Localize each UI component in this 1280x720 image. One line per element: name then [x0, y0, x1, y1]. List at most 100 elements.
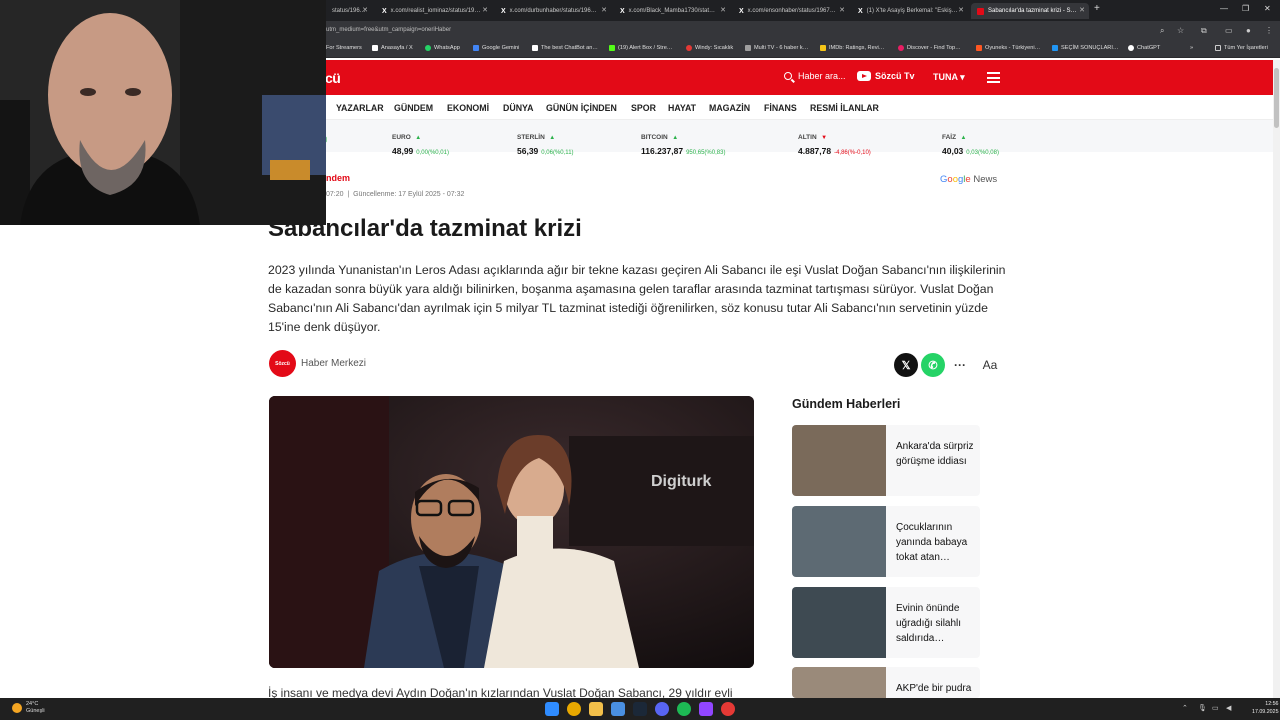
- tray-chevron-icon[interactable]: ⌃: [1182, 704, 1188, 712]
- bookmark-item[interactable]: For Streamers: [326, 45, 362, 51]
- close-icon[interactable]: ✕: [482, 6, 488, 14]
- browser-tab[interactable]: Xx.com/realist_iominaz/status/19… ✕: [376, 3, 492, 19]
- browser-tab[interactable]: Xx.com/ensonhaber/status/1967… ✕: [733, 3, 849, 19]
- ticker-item[interactable]: FAİZ ▲ 40,03 0,03(%0,08): [942, 126, 999, 156]
- app-icon[interactable]: [699, 702, 713, 716]
- spotify-icon[interactable]: [677, 702, 691, 716]
- nav-item[interactable]: HAYAT: [668, 103, 696, 113]
- browser-tab[interactable]: X (1) X'te Asayiş Berkemal: "Eskiş… ✕: [852, 3, 968, 19]
- zoom-icon[interactable]: ⌕: [1160, 26, 1164, 36]
- network-icon[interactable]: ▭: [1212, 704, 1219, 712]
- page-scrollbar[interactable]: [1273, 60, 1280, 698]
- nav-item[interactable]: DÜNYA: [503, 103, 533, 113]
- menu-dots-icon[interactable]: ⋮: [1265, 26, 1273, 35]
- google-news-link[interactable]: Google News: [940, 174, 997, 185]
- close-icon[interactable]: ✕: [720, 6, 726, 14]
- sozcu-tv-link[interactable]: Sözcü Tv: [857, 71, 915, 81]
- nav-item[interactable]: FİNANS: [764, 103, 797, 113]
- split-view-icon[interactable]: ▭: [1225, 26, 1233, 35]
- article-main-image[interactable]: Digiturk: [269, 396, 754, 668]
- bookmark-item[interactable]: SEÇİM SONUÇLARI…: [1052, 45, 1119, 51]
- windy-icon: [686, 45, 692, 51]
- minimize-icon[interactable]: —: [1220, 4, 1228, 13]
- weather-widget[interactable]: 24°C Güneşli: [12, 701, 45, 715]
- extensions-icon[interactable]: ⧉: [1201, 26, 1207, 36]
- app-icon[interactable]: [721, 702, 735, 716]
- scrollbar-thumb[interactable]: [1274, 68, 1279, 128]
- ticker-value: 4.887,78: [798, 146, 832, 156]
- more-share-button[interactable]: ···: [948, 353, 972, 377]
- bookmark-item[interactable]: Oyuneks - Türkiyeni…: [976, 45, 1040, 51]
- nav-item[interactable]: EKONOMİ: [447, 103, 489, 113]
- sidebar-news-card[interactable]: Ankara'da sürpriz görüşme iddiası: [792, 425, 980, 496]
- start-icon[interactable]: [545, 702, 559, 716]
- close-window-icon[interactable]: ✕: [1264, 4, 1271, 13]
- site-logo[interactable]: cü: [325, 70, 341, 86]
- url-field[interactable]: utm_medium=free&utm_campaign=oneriHaber: [326, 27, 451, 33]
- streamer-webcam: [0, 0, 326, 225]
- ticker-name: BITCOIN: [641, 134, 668, 141]
- browser-tab[interactable]: Xx.com/durbunhaber/status/196… ✕: [495, 3, 611, 19]
- browser-tab-active[interactable]: Sabancılar'da tazminat krizi - S… ✕: [971, 3, 1089, 19]
- discord-icon[interactable]: [655, 702, 669, 716]
- close-icon[interactable]: ✕: [362, 6, 368, 14]
- site-search[interactable]: Haber ara...: [784, 71, 846, 81]
- author-avatar[interactable]: Sözcü: [269, 350, 296, 377]
- sun-icon: [12, 703, 22, 713]
- ticker-item[interactable]: STERLİN ▲ 56,39 0,06(%0,11): [517, 126, 574, 156]
- nav-item[interactable]: MAGAZİN: [709, 103, 750, 113]
- bookmark-item[interactable]: Discover - Find Top…: [898, 45, 961, 51]
- app-icon[interactable]: [611, 702, 625, 716]
- bookmarks-overflow-icon[interactable]: »: [1190, 45, 1193, 51]
- article-category-link[interactable]: ndem: [326, 173, 350, 183]
- bookmark-item[interactable]: WhatsApp: [425, 45, 460, 51]
- volume-icon[interactable]: ◀: [1226, 704, 1231, 712]
- nav-item[interactable]: GÜNDEM: [394, 103, 433, 113]
- restore-icon[interactable]: ❐: [1242, 4, 1249, 13]
- close-icon[interactable]: ✕: [958, 6, 964, 14]
- ticker-item[interactable]: ALTIN ▼ 4.887,78 -4,86(%-0,10): [798, 126, 871, 156]
- bookmark-label: The best ChatBot an…: [541, 45, 598, 51]
- clock-time: 12:56: [1265, 701, 1279, 707]
- chrome-icon[interactable]: [567, 702, 581, 716]
- all-bookmarks[interactable]: Tüm Yer İşaretleri: [1215, 45, 1268, 51]
- new-tab-button[interactable]: +: [1094, 3, 1100, 14]
- close-icon[interactable]: ✕: [1079, 6, 1085, 14]
- tab-title: status/196…: [332, 8, 366, 14]
- bookmark-item[interactable]: IMDb: Ratings, Revi…: [820, 45, 884, 51]
- close-icon[interactable]: ✕: [601, 6, 607, 14]
- hamburger-menu-icon[interactable]: [987, 72, 1000, 86]
- browser-tab[interactable]: Xx.com/Black_Mamba1730/stat… ✕: [614, 3, 730, 19]
- bookmark-item[interactable]: The best ChatBot an…: [532, 45, 598, 51]
- steam-icon[interactable]: [633, 702, 647, 716]
- nav-item[interactable]: SPOR: [631, 103, 656, 113]
- bookmark-item[interactable]: Multi TV - 6 haber k…: [745, 45, 808, 51]
- sidebar-news-card[interactable]: Çocuklarının yanında babaya tokat atan…: [792, 506, 980, 577]
- bookmark-item[interactable]: Windy: Sıcaklık: [686, 45, 733, 51]
- mic-icon[interactable]: 🎙: [1198, 704, 1207, 712]
- nav-item[interactable]: RESMİ İLANLAR: [810, 103, 879, 113]
- bookmark-item[interactable]: ChatGPT: [1128, 45, 1160, 51]
- x-logo-icon: X: [739, 7, 744, 15]
- user-menu[interactable]: TUNA ▾: [933, 72, 965, 83]
- bookmark-item[interactable]: (19) Alert Box / Stre…: [609, 45, 672, 51]
- bookmark-item[interactable]: Anasayfa / X: [372, 45, 413, 51]
- close-icon[interactable]: ✕: [839, 6, 845, 14]
- author-name[interactable]: Haber Merkezi: [301, 358, 366, 369]
- ticker-item[interactable]: EURO ▲ 48,99 0,00(%0,01): [392, 126, 449, 156]
- profile-icon[interactable]: ●: [1246, 26, 1251, 35]
- sidebar-news-card[interactable]: Evinin önünde uğradığı silahlı saldırıda…: [792, 587, 980, 658]
- bookmark-item[interactable]: Google Gemini: [473, 45, 519, 51]
- font-size-button[interactable]: Aa: [978, 353, 1002, 377]
- share-x-button[interactable]: 𝕏: [894, 353, 918, 377]
- file-explorer-icon[interactable]: [589, 702, 603, 716]
- browser-tab[interactable]: status/196… ✕: [326, 3, 372, 19]
- nav-item[interactable]: GÜNÜN İÇİNDEN: [546, 103, 617, 113]
- ticker-item[interactable]: BITCOIN ▲ 116.237,87 950,65(%0,83): [641, 126, 725, 156]
- sidebar-news-card[interactable]: AKP'de bir pudra: [792, 667, 980, 698]
- nav-item[interactable]: YAZARLAR: [336, 103, 384, 113]
- system-clock[interactable]: 12:56 17.09.2025: [1252, 701, 1279, 716]
- news-card-title: AKP'de bir pudra: [896, 683, 972, 694]
- share-whatsapp-button[interactable]: ✆: [921, 353, 945, 377]
- bookmark-star-icon[interactable]: ☆: [1177, 26, 1184, 35]
